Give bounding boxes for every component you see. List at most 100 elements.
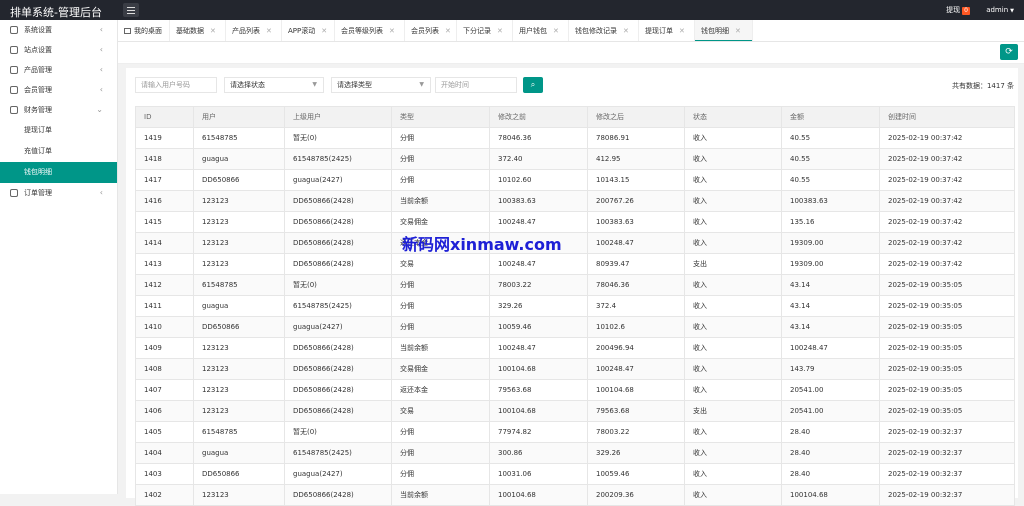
sidebar-subitem-2[interactable]: 钱包明细 (0, 162, 117, 183)
table-cell: 40.55 (781, 148, 880, 170)
app-title: 排单系统-管理后台 (10, 6, 102, 19)
table-cell: 43.14 (781, 295, 880, 317)
sidebar-item-1[interactable]: 站点设置 ‹ (0, 40, 117, 60)
table-row[interactable]: 1402 123123 DD650866(2428) 当前余额 100104.68 200… (135, 484, 1015, 506)
table-cell: 200209.36 (587, 484, 685, 506)
table-row[interactable]: 1416 123123 DD650866(2428) 当前余额 100383.63 200… (135, 190, 1015, 212)
table-cell: 分佣 (391, 169, 490, 191)
close-icon[interactable]: ✕ (266, 27, 272, 35)
user-icon (10, 86, 18, 94)
table-cell: 2025-02-19 00:32:37 (879, 463, 1015, 485)
user-menu[interactable]: admin (986, 6, 1008, 14)
table-row[interactable]: 1410 DD650866 guagua(2427) 分佣 10059.46 10102.… (135, 316, 1015, 338)
sidebar-item-0[interactable]: 系统设置 ‹ (0, 20, 117, 40)
table-cell: 交易佣金 (391, 358, 490, 380)
table-row[interactable]: 1404 guagua 61548785(2425) 分佣 300.86 329.26 收入… (135, 442, 1015, 464)
table-row[interactable]: 1417 DD650866 guagua(2427) 分佣 10102.60 10143.… (135, 169, 1015, 191)
table-row[interactable]: 1409 123123 DD650866(2428) 当前余额 100248.47 200… (135, 337, 1015, 359)
table-cell: DD650866(2428) (284, 211, 392, 233)
sidebar-subitem-0[interactable]: 提现订单 (0, 120, 117, 141)
table-cell: 123123 (193, 379, 285, 401)
tab-10[interactable]: 钱包明细 ✕ (695, 20, 753, 41)
sidebar-subitem-1[interactable]: 充值订单 (0, 141, 117, 162)
top-bar: 排单系统-管理后台 提现 0 admin ▼ (0, 0, 1024, 20)
start-time-input[interactable]: 开始时间 (435, 77, 517, 93)
table-cell: 80939.47 (587, 253, 685, 275)
status-select[interactable]: 请选择状态 ▼ (224, 77, 324, 93)
table-cell: 交易佣金 (391, 211, 490, 233)
tab-0[interactable]: 我的桌面 (118, 20, 170, 41)
sidebar-item-orders[interactable]: 订单管理 ‹ (0, 183, 117, 203)
table-cell: 1417 (135, 169, 194, 191)
table-row[interactable]: 1418 guagua 61548785(2425) 分佣 372.40 412.95 收入… (135, 148, 1015, 170)
menu-toggle-button[interactable] (123, 3, 139, 17)
table-cell: 当前余额 (391, 190, 490, 212)
table-cell: 返还本金 (391, 379, 490, 401)
close-icon[interactable]: ✕ (497, 27, 503, 35)
table-cell: 135.16 (781, 211, 880, 233)
table-cell: 10059.46 (489, 316, 588, 338)
tab-7[interactable]: 用户钱包 ✕ (513, 20, 569, 41)
table-cell: 2025-02-19 00:37:42 (879, 190, 1015, 212)
table-cell: 收入 (684, 127, 782, 149)
close-icon[interactable]: ✕ (321, 27, 327, 35)
tab-3[interactable]: APP滚动 ✕ (282, 20, 335, 41)
table-cell: 143.79 (781, 358, 880, 380)
refresh-button[interactable]: ⟳ (1000, 44, 1018, 60)
table-cell: 2025-02-19 00:37:42 (879, 148, 1015, 170)
withdraw-link[interactable]: 提现 (946, 6, 960, 14)
table-cell: 61548785(2425) (284, 295, 392, 317)
table-cell: 79563.68 (489, 379, 588, 401)
table-cell: 100248.47 (489, 253, 588, 275)
table-cell: 329.26 (587, 442, 685, 464)
close-icon[interactable]: ✕ (623, 27, 629, 35)
table-row[interactable]: 1414 123123 DD650866(2428) 返还本金 100248.47 收入 1… (135, 232, 1015, 254)
close-icon[interactable]: ✕ (735, 27, 741, 35)
table-row[interactable]: 1406 123123 DD650866(2428) 交易 100104.68 79563… (135, 400, 1015, 422)
tab-4[interactable]: 会员等级列表 ✕ (335, 20, 405, 41)
table-row[interactable]: 1405 61548785 暂无(0) 分佣 77974.82 78003.22 收入 28.… (135, 421, 1015, 443)
close-icon[interactable]: ✕ (210, 27, 216, 35)
table-cell: guagua (193, 148, 285, 170)
close-icon[interactable]: ✕ (389, 27, 395, 35)
table-cell: 2025-02-19 00:37:42 (879, 211, 1015, 233)
tab-9[interactable]: 提现订单 ✕ (639, 20, 695, 41)
close-icon[interactable]: ✕ (553, 27, 559, 35)
search-button[interactable]: ⌕ (523, 77, 543, 93)
table-row[interactable]: 1419 61548785 暂无(0) 分佣 78046.36 78086.91 收入 40.… (135, 127, 1015, 149)
user-number-input[interactable]: 请输入用户号码 (135, 77, 217, 93)
tab-5[interactable]: 会员列表 ✕ (405, 20, 457, 41)
close-icon[interactable]: ✕ (679, 27, 685, 35)
tab-6[interactable]: 下分记录 ✕ (457, 20, 513, 41)
table-cell: 2025-02-19 00:35:05 (879, 400, 1015, 422)
sidebar-item-2[interactable]: 产品管理 ‹ (0, 60, 117, 80)
table-row[interactable]: 1407 123123 DD650866(2428) 返还本金 79563.68 1001… (135, 379, 1015, 401)
table-row[interactable]: 1415 123123 DD650866(2428) 交易佣金 100248.47 100… (135, 211, 1015, 233)
sidebar-item-3[interactable]: 会员管理 ‹ (0, 80, 117, 100)
table-cell: 2025-02-19 00:32:37 (879, 442, 1015, 464)
table-cell: 61548785 (193, 421, 285, 443)
watermark-text: 新码网xinmaw.com (402, 235, 562, 254)
sidebar-item-4[interactable]: 财务管理 ⌄ (0, 100, 117, 120)
home-icon (124, 28, 131, 34)
table-row[interactable]: 1403 DD650866 guagua(2427) 分佣 10031.06 10059.… (135, 463, 1015, 485)
table-cell: 100104.68 (489, 358, 588, 380)
table-row[interactable]: 1412 61548785 暂无(0) 分佣 78003.22 78046.36 收入 43.… (135, 274, 1015, 296)
tab-2[interactable]: 产品列表 ✕ (226, 20, 282, 41)
table-cell: 1406 (135, 400, 194, 422)
column-header: 状态 (684, 106, 782, 128)
tab-8[interactable]: 钱包修改记录 ✕ (569, 20, 639, 41)
table-cell: 329.26 (489, 295, 588, 317)
type-select[interactable]: 请选择类型 ▼ (331, 77, 431, 93)
table-cell: 收入 (684, 442, 782, 464)
table-cell: 1410 (135, 316, 194, 338)
table-row[interactable]: 1408 123123 DD650866(2428) 交易佣金 100104.68 100… (135, 358, 1015, 380)
table-cell: 10102.6 (587, 316, 685, 338)
tab-1[interactable]: 基础数据 ✕ (170, 20, 226, 41)
close-icon[interactable]: ✕ (445, 27, 451, 35)
table-row[interactable]: 1411 guagua 61548785(2425) 分佣 329.26 372.4 收入 4… (135, 295, 1015, 317)
table-cell: 2025-02-19 00:35:05 (879, 295, 1015, 317)
table-cell: 2025-02-19 00:37:42 (879, 127, 1015, 149)
table-row[interactable]: 1413 123123 DD650866(2428) 交易 100248.47 80939… (135, 253, 1015, 275)
table-cell: 28.40 (781, 463, 880, 485)
